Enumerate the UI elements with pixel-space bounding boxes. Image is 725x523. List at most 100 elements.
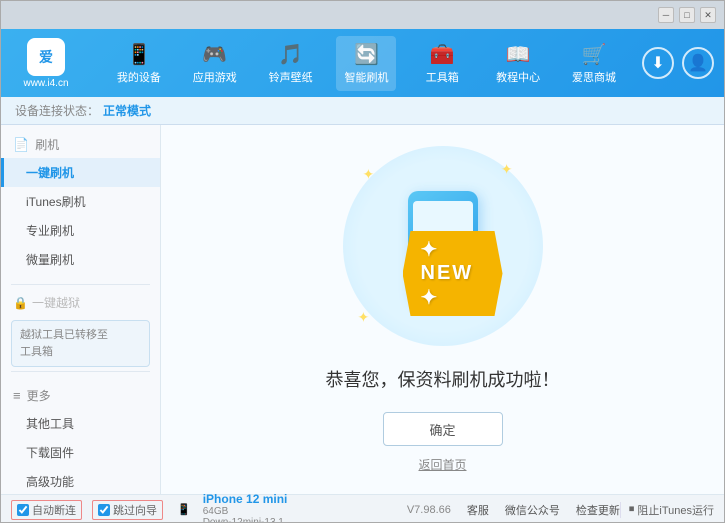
auto-disconnect-label: 自动断连 [32,502,76,518]
sidebar-micro-label: 微量刷机 [26,253,74,267]
new-badge: ✦ NEW ✦ [403,231,503,316]
skip-wizard-checkbox[interactable]: 跳过向导 [92,500,163,520]
app-window: ─ □ ✕ 爱 www.i4.cn 📱 我的设备 🎮 应用游戏 🎵 铃声壁纸 [0,0,725,523]
maximize-button[interactable]: □ [679,7,695,23]
toolbox-icon: 🧰 [430,42,455,67]
sidebar-more-section: ≡ 更多 其他工具 下载固件 高级功能 [1,376,160,494]
nav-istore[interactable]: 🛒 爱思商城 [564,36,624,91]
logo-text: www.i4.cn [23,78,68,89]
minimize-button[interactable]: ─ [658,7,674,23]
nav-apps-games[interactable]: 🎮 应用游戏 [185,36,245,91]
apps-icon: 🎮 [202,42,227,67]
circle-background: ✦ ✦ ✦ ✦ NEW ✦ [343,146,543,346]
sidebar-one-click-label: 一键刷机 [26,166,74,180]
sidebar-flash-header[interactable]: 📄 刷机 [1,131,160,158]
title-bar: ─ □ ✕ [1,1,724,29]
logo-icon: 爱 [27,38,65,76]
stop-icon: ⏹ [629,503,635,516]
auto-disconnect-input[interactable] [17,504,29,516]
sparkle-3: ✦ [358,309,370,326]
more-section-icon: ≡ [13,388,21,403]
nav-istore-label: 爱思商城 [572,69,616,85]
stop-itunes-label: 阻止iTunes运行 [637,502,714,518]
nav-flash-label: 智能刷机 [344,69,388,85]
status-value: 正常模式 [103,102,151,119]
support-link[interactable]: 客服 [467,502,489,518]
nav-smart-flash[interactable]: 🔄 智能刷机 [336,36,396,91]
device-storage: 64GB [203,506,288,517]
device-status: 📱 iPhone 12 mini 64GB Down-12mini-13,1 [177,492,287,523]
sidebar-item-other-tools[interactable]: 其他工具 [1,409,160,438]
header-nav: 爱 www.i4.cn 📱 我的设备 🎮 应用游戏 🎵 铃声壁纸 🔄 智能刷机 [1,29,724,97]
bottom-left: 自动断连 跳过向导 📱 iPhone 12 mini 64GB Down-12m… [11,492,407,523]
sidebar-disabled-jailbreak: 🔒 一键越狱 [1,289,160,316]
sidebar-advanced-label: 高级功能 [26,475,74,489]
nav-ringtone-label: 铃声壁纸 [269,69,313,85]
nav-device-label: 我的设备 [117,69,161,85]
sparkle-2: ✦ [501,161,513,178]
nav-toolbox[interactable]: 🧰 工具箱 [412,36,472,91]
logo: 爱 www.i4.cn [11,38,81,89]
sidebar-item-itunes[interactable]: iTunes刷机 [1,187,160,216]
new-ribbon-text: ✦ NEW ✦ [403,231,503,316]
sidebar-item-one-click[interactable]: 一键刷机 [1,158,160,187]
check-update-link[interactable]: 检查更新 [576,502,620,518]
nav-apps-label: 应用游戏 [193,69,237,85]
ringtone-icon: 🎵 [278,42,303,67]
stop-itunes-section[interactable]: ⏹ 阻止iTunes运行 [620,502,714,518]
user-button[interactable]: 👤 [682,47,714,79]
sidebar-notice-text: 越狱工具已转移至工具箱 [20,329,108,358]
skip-wizard-input[interactable] [98,504,110,516]
success-message: 恭喜您，保资料刷机成功啦！ [326,366,560,392]
sidebar-item-advanced[interactable]: 高级功能 [1,467,160,494]
tutorial-icon: 📖 [506,42,531,67]
version-text: V7.98.66 [407,504,451,516]
status-bar: 设备连接状态： 正常模式 [1,97,724,125]
nav-tutorial[interactable]: 📖 教程中心 [488,36,548,91]
sidebar: 📄 刷机 一键刷机 iTunes刷机 专业刷机 微量刷机 🔒 [1,125,161,494]
back-to-home-link[interactable]: 返回首页 [418,456,466,473]
sidebar-notice: 越狱工具已转移至工具箱 [11,320,150,367]
sparkle-1: ✦ [363,166,375,183]
main-layout: 📄 刷机 一键刷机 iTunes刷机 专业刷机 微量刷机 🔒 [1,125,724,494]
sidebar-itunes-label: iTunes刷机 [26,195,86,209]
device-icon-small: 📱 [177,503,191,516]
nav-tutorial-label: 教程中心 [496,69,540,85]
sidebar-flash-section: 📄 刷机 一键刷机 iTunes刷机 专业刷机 微量刷机 [1,125,160,280]
nav-my-device[interactable]: 📱 我的设备 [109,36,169,91]
store-icon: 🛒 [582,42,607,67]
sidebar-item-micro[interactable]: 微量刷机 [1,245,160,274]
content-area: ✦ ✦ ✦ ✦ NEW ✦ 恭喜您，保资料刷机 [161,125,724,494]
nav-items: 📱 我的设备 🎮 应用游戏 🎵 铃声壁纸 🔄 智能刷机 🧰 工具箱 📖 [101,36,632,91]
bottom-right: V7.98.66 客服 微信公众号 检查更新 [407,502,620,518]
success-illustration: ✦ ✦ ✦ ✦ NEW ✦ [343,146,543,346]
close-button[interactable]: ✕ [700,7,716,23]
lock-icon: 🔒 [13,296,28,310]
device-icon: 📱 [126,42,151,67]
sidebar-other-tools-label: 其他工具 [26,417,74,431]
nav-right-actions: ⬇ 👤 [642,47,714,79]
sidebar-flash-label: 刷机 [35,136,59,153]
download-button[interactable]: ⬇ [642,47,674,79]
flash-section-icon: 📄 [13,137,29,153]
sidebar-item-pro[interactable]: 专业刷机 [1,216,160,245]
device-info: iPhone 12 mini 64GB Down-12mini-13,1 [203,492,288,523]
sidebar-pro-label: 专业刷机 [26,224,74,238]
flash-icon: 🔄 [354,42,379,67]
nav-toolbox-label: 工具箱 [426,69,459,85]
nav-ringtone[interactable]: 🎵 铃声壁纸 [261,36,321,91]
sidebar-more-header[interactable]: ≡ 更多 [1,382,160,409]
device-name: iPhone 12 mini [203,492,288,506]
sidebar-disabled-label: 一键越狱 [32,294,80,311]
sidebar-divider-1 [11,284,150,285]
wechat-link[interactable]: 微信公众号 [505,502,560,518]
sidebar-divider-2 [11,371,150,372]
auto-disconnect-checkbox[interactable]: 自动断连 [11,500,82,520]
sidebar-item-download-firmware[interactable]: 下载固件 [1,438,160,467]
confirm-button[interactable]: 确定 [383,412,503,446]
bottom-bar: 自动断连 跳过向导 📱 iPhone 12 mini 64GB Down-12m… [1,494,724,523]
sidebar-more-label: 更多 [27,387,51,404]
status-label: 设备连接状态： [15,102,99,119]
device-model: Down-12mini-13,1 [203,517,288,523]
skip-wizard-label: 跳过向导 [113,502,157,518]
